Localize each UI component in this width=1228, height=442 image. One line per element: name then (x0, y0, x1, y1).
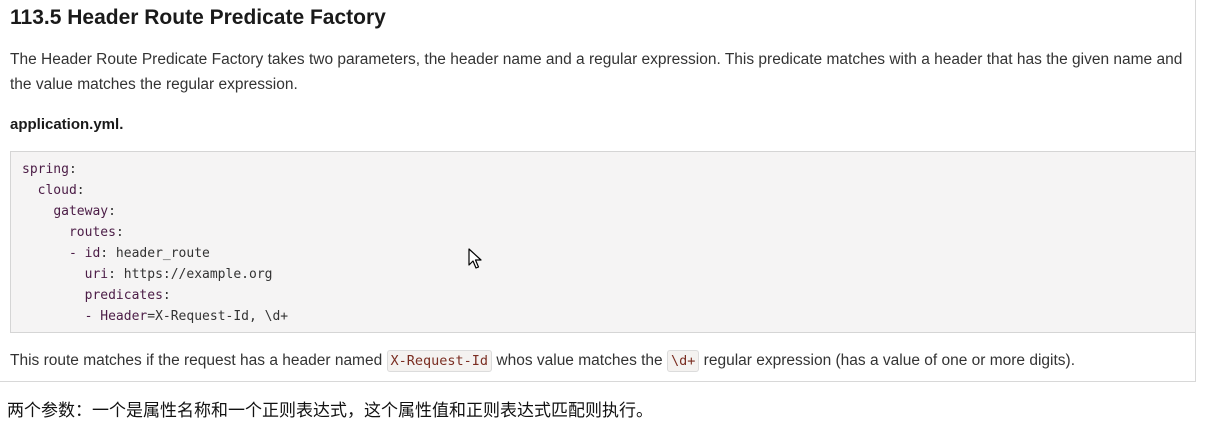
yaml-key: cloud (37, 183, 77, 198)
yaml-key: gateway (53, 204, 109, 219)
code-line: gateway: (53, 204, 116, 219)
summary-paragraph: This route matches if the request has a … (10, 349, 1075, 373)
yaml-key: predicates (84, 288, 163, 303)
code-line: predicates: (84, 288, 171, 303)
yaml-key: spring (22, 162, 69, 177)
yaml-key: uri (84, 267, 109, 282)
code-line: uri: https://example.org (84, 267, 273, 282)
code-line: cloud: (37, 183, 85, 198)
code-line: - Header=X-Request-Id, \d+ (84, 309, 289, 324)
code-line: routes: (68, 225, 124, 240)
code-line: spring: (22, 162, 77, 177)
intro-paragraph: The Header Route Predicate Factory takes… (10, 51, 1183, 93)
code-line: - id: header_route (68, 246, 210, 261)
section-title: 113.5 Header Route Predicate Factory (10, 6, 386, 29)
inline-code-regex: \d+ (666, 350, 700, 372)
inline-code-header: X-Request-Id (386, 350, 493, 372)
document-page: 113.5 Header Route Predicate Factory The… (0, 0, 1196, 382)
yaml-key: routes (68, 225, 116, 240)
chinese-note: 两个参数：一个是属性名称和一个正则表达式，这个属性值和正则表达式匹配则执行。 (7, 401, 653, 421)
code-block[interactable]: spring: cloud: gateway: routes: - id: he… (10, 151, 1195, 333)
yaml-key: - Header (84, 309, 148, 324)
yaml-key: - id (68, 246, 101, 261)
mouse-pointer-icon (468, 248, 482, 269)
file-label: application.yml. (10, 116, 124, 133)
